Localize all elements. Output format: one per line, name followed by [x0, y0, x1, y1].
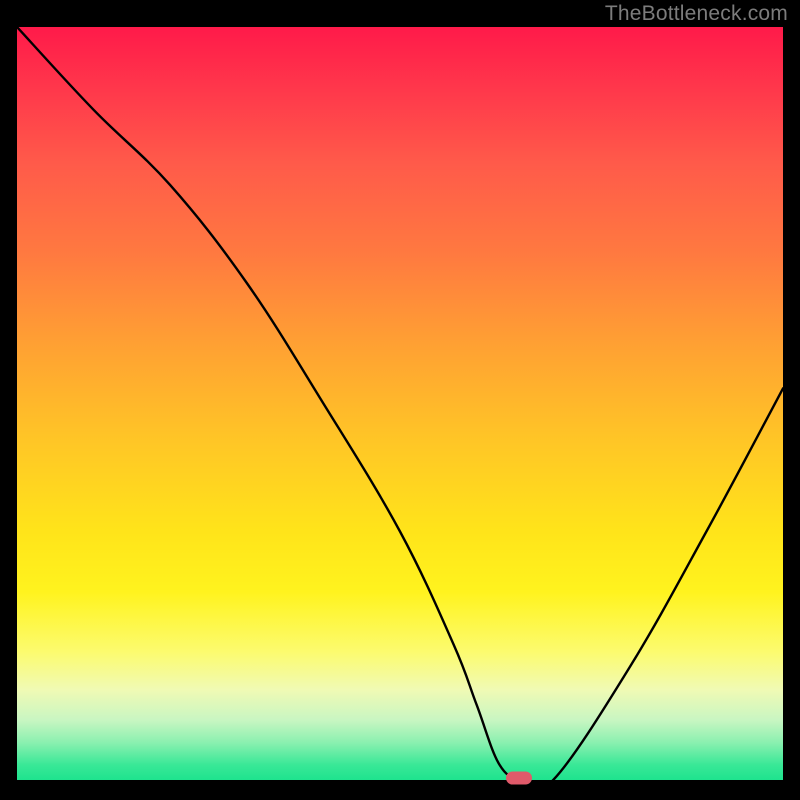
bottleneck-curve — [17, 27, 783, 780]
optimal-marker — [506, 772, 532, 785]
watermark-label: TheBottleneck.com — [605, 2, 788, 26]
chart-frame: TheBottleneck.com — [0, 0, 800, 800]
curve-svg — [17, 27, 783, 780]
plot-area — [17, 27, 783, 780]
